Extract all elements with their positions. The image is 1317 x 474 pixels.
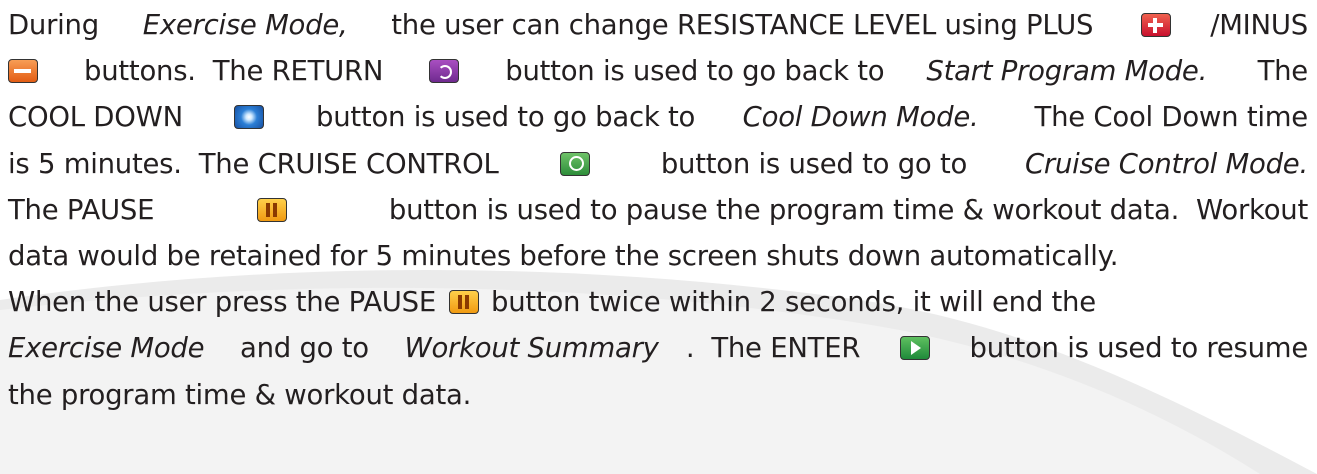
minus-button-icon [8, 59, 38, 84]
text-line-8: Exercise Mode and go to Workout Summary … [8, 325, 1308, 371]
text-fragment: The PAUSE [8, 193, 163, 226]
mode-name: Cruise Control Mode. [1024, 147, 1308, 180]
return-button-icon [429, 59, 460, 84]
text-fragment: button is used to go back to [307, 101, 704, 134]
text-fragment: COOL DOWN [8, 101, 192, 134]
cool-down-button-icon [234, 105, 265, 130]
text-line-9: the program time & workout data. [8, 372, 1308, 418]
enter-button-icon [899, 336, 930, 361]
text-fragment: button twice within 2 seconds, it will e… [482, 286, 1096, 319]
text-fragment: is 5 minutes. The CRUISE CONTROL [8, 147, 508, 180]
instruction-paragraph: During Exercise Mode, the user can chang… [8, 2, 1308, 418]
text-line-4: is 5 minutes. The CRUISE CONTROL button … [8, 141, 1308, 187]
cruise-control-button-icon [560, 151, 591, 176]
text-fragment: /MINUS [1210, 9, 1308, 41]
text-fragment: data would be retained for 5 minutes bef… [8, 239, 1119, 272]
pause-button-icon [256, 197, 287, 222]
text-fragment: The Cool Down time [1017, 101, 1309, 134]
text-line-1: During Exercise Mode, the user can chang… [8, 2, 1308, 48]
text-fragment: button is used to resume [961, 332, 1309, 365]
pause-button-icon [448, 290, 479, 315]
mode-name: Exercise Mode, [142, 9, 348, 41]
text-line-7: When the user press the PAUSE button twi… [8, 279, 1308, 325]
plus-button-icon [1140, 13, 1171, 38]
text-fragment: buttons. The RETURN [75, 55, 392, 88]
text-fragment: and go to [231, 332, 378, 365]
text-fragment: During [8, 9, 108, 41]
text-fragment: When the user press the PAUSE [8, 286, 445, 319]
text-fragment: The [1240, 55, 1309, 88]
text-fragment: button is used to pause the program time… [380, 193, 1308, 226]
text-line-5: The PAUSE button is used to pause the pr… [8, 187, 1308, 233]
text-fragment: button is used to go back to [496, 55, 893, 88]
text-line-6: data would be retained for 5 minutes bef… [8, 233, 1308, 279]
text-line-3: COOL DOWN button is used to go back to C… [8, 94, 1308, 140]
text-fragment: . The ENTER [685, 332, 869, 365]
text-fragment: the user can change RESISTANCE LEVEL usi… [382, 9, 1102, 41]
mode-name: Workout Summary [404, 332, 659, 365]
text-line-2: buttons. The RETURN button is used to go… [8, 48, 1308, 94]
mode-name: Cool Down Mode. [742, 101, 979, 134]
mode-name: Exercise Mode [8, 332, 205, 365]
mode-name: Start Program Mode. [926, 55, 1208, 88]
text-fragment: button is used to go to [643, 147, 976, 180]
text-fragment: the program time & workout data. [8, 378, 472, 411]
